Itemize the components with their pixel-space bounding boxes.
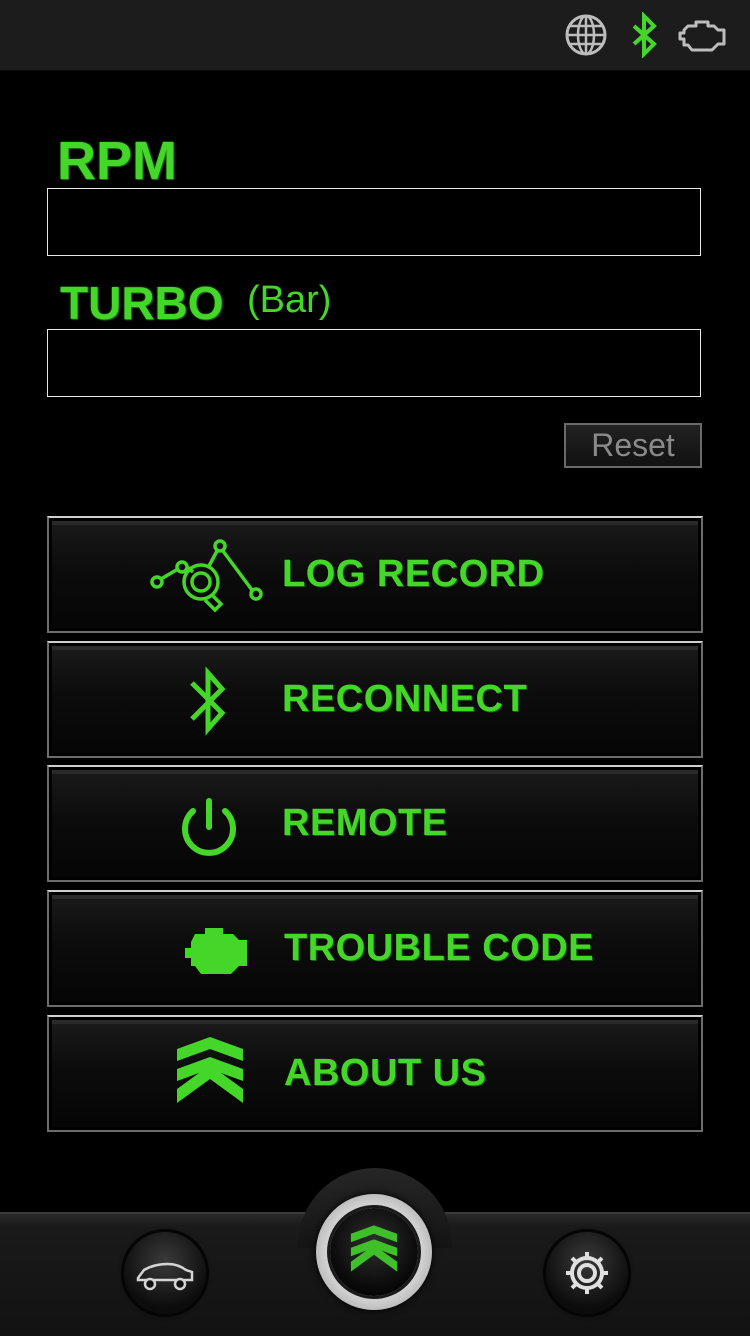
trouble-code-label: TROUBLE CODE [284, 927, 594, 969]
log-record-button[interactable]: LOG RECORD [47, 516, 703, 633]
rpm-label: RPM [57, 131, 177, 191]
brand-logo-icon [350, 1225, 398, 1272]
brand-logo-icon [177, 1037, 243, 1103]
turbo-display [47, 329, 701, 397]
rpm-display [47, 188, 701, 256]
car-icon [136, 1262, 194, 1291]
turbo-label: TURBO [60, 277, 224, 329]
remote-button[interactable]: REMOTE [47, 765, 703, 882]
status-bar [0, 0, 750, 71]
engine-icon[interactable] [678, 12, 728, 58]
bluetooth-icon [190, 666, 226, 736]
log-record-icon [150, 539, 263, 613]
about-us-label: ABOUT US [284, 1052, 487, 1094]
about-us-button[interactable]: ABOUT US [47, 1015, 703, 1132]
reconnect-label: RECONNECT [282, 678, 528, 720]
trouble-code-button[interactable]: TROUBLE CODE [47, 890, 703, 1007]
reconnect-button[interactable]: RECONNECT [47, 641, 703, 758]
car-button[interactable] [124, 1232, 206, 1314]
gear-icon [566, 1252, 608, 1294]
bluetooth-icon[interactable] [622, 12, 668, 58]
remote-label: REMOTE [282, 802, 448, 844]
home-button[interactable] [316, 1194, 432, 1310]
engine-icon [185, 928, 247, 974]
reset-button[interactable]: Reset [564, 423, 702, 468]
globe-icon[interactable] [563, 12, 609, 58]
home-button-inner [330, 1208, 418, 1296]
power-icon [182, 798, 236, 856]
log-record-label: LOG RECORD [282, 553, 545, 595]
turbo-unit: (Bar) [247, 279, 332, 321]
settings-button[interactable] [546, 1232, 628, 1314]
